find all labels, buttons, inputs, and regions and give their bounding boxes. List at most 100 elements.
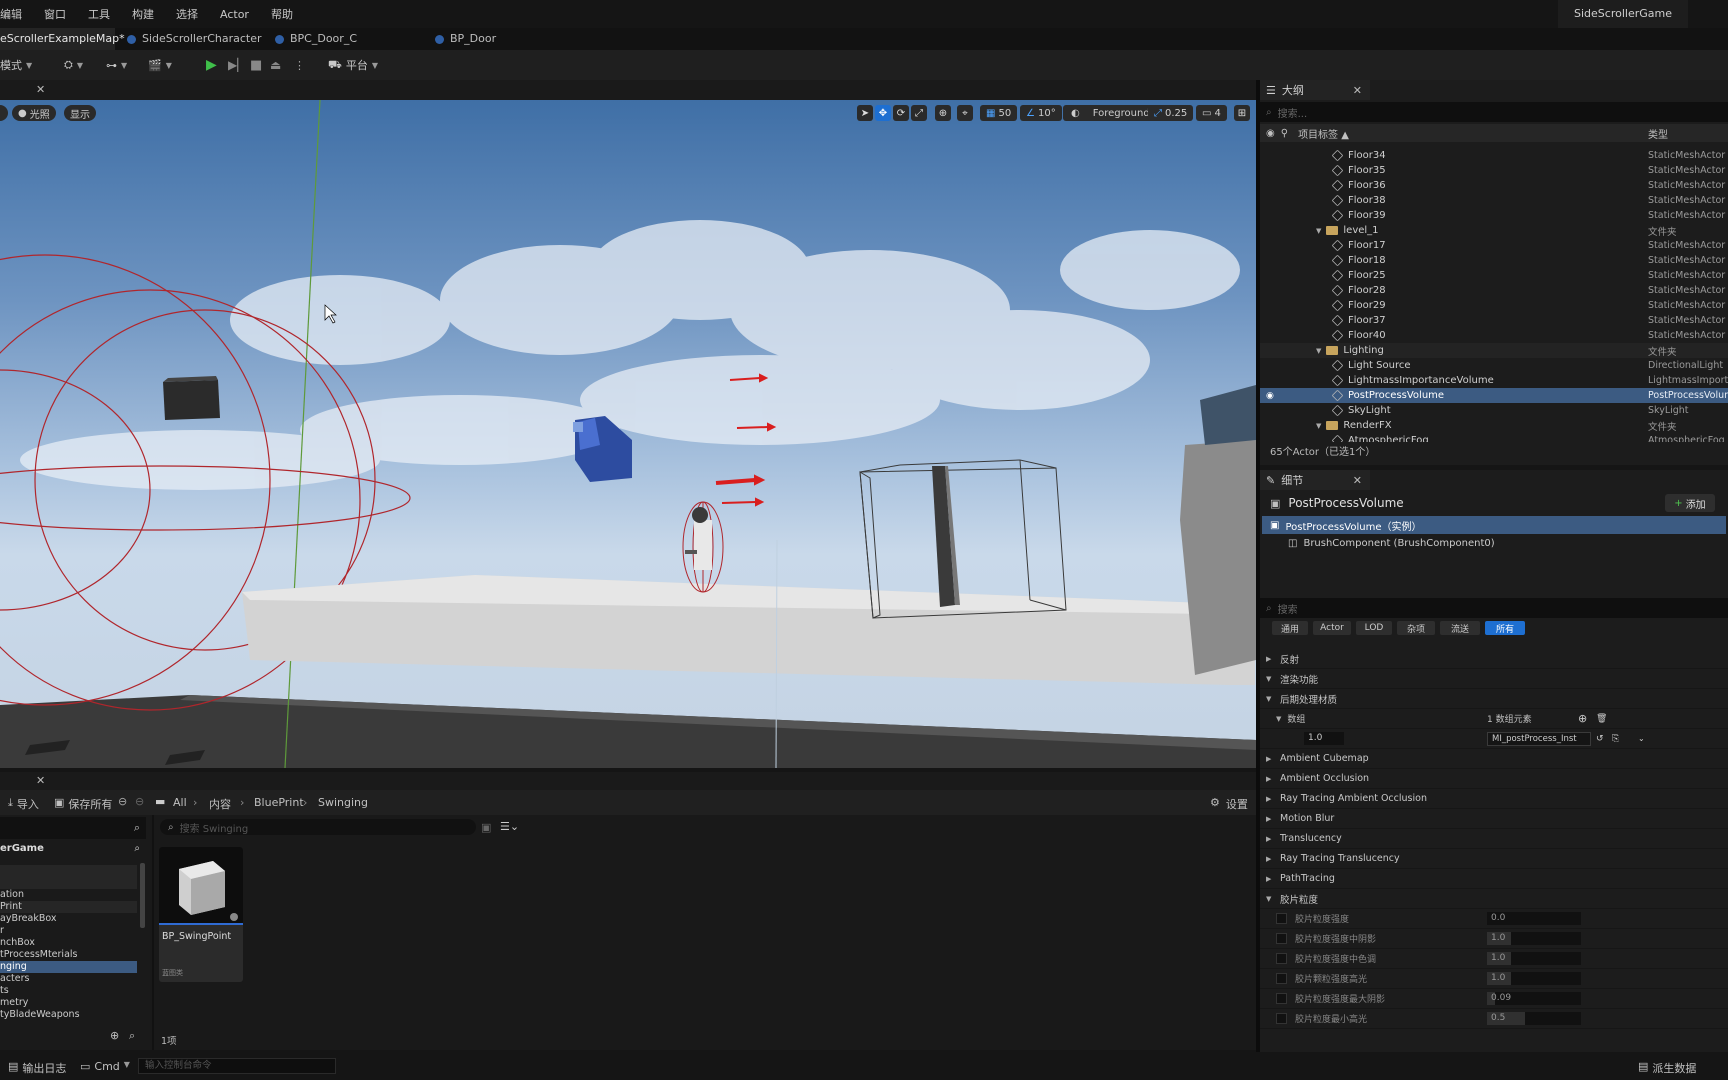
tab-bp-door[interactable]: BP_Door: [435, 28, 595, 50]
category-row[interactable]: ▶ Ambient Cubemap: [1260, 749, 1728, 769]
derived-data-button[interactable]: ▤ 派生数据: [1638, 1060, 1696, 1076]
property-value-field[interactable]: 0.09: [1487, 992, 1581, 1005]
folder-tree-item[interactable]: tyBladeWeapons: [0, 1009, 150, 1021]
details-tab[interactable]: ✎ 细节 ✕: [1260, 470, 1370, 490]
category-row[interactable]: ▶ PathTracing: [1260, 869, 1728, 889]
folder-tree-item[interactable]: metry: [0, 997, 150, 1009]
lighting-mode-button[interactable]: ● 光照: [12, 105, 56, 121]
folder-search-input[interactable]: ⌕: [0, 817, 146, 839]
override-checkbox[interactable]: [1276, 993, 1287, 1004]
category-row[interactable]: ▶ Ray Tracing Translucency: [1260, 849, 1728, 869]
close-icon[interactable]: ✕: [1353, 84, 1362, 97]
tab-bpc-door[interactable]: BPC_Door_C: [275, 28, 435, 50]
eye-icon[interactable]: ◉: [1266, 391, 1274, 401]
browse-icon[interactable]: ⎘: [1612, 734, 1619, 744]
category-row[interactable]: ▶ Translucency: [1260, 829, 1728, 849]
override-checkbox[interactable]: [1276, 913, 1287, 924]
scrollbar[interactable]: [140, 863, 145, 928]
forward-icon[interactable]: ⊖: [135, 795, 144, 808]
add-actor-button[interactable]: ⛭ ▼: [64, 54, 83, 76]
details-search-input[interactable]: ⌕ 搜索: [1260, 598, 1728, 618]
outliner-folder[interactable]: ▼ Lighting 文件夹: [1260, 343, 1728, 358]
chevron-down-icon[interactable]: ▼: [1316, 227, 1321, 235]
asset-tile[interactable]: BP_SwingPoint 蓝图类: [159, 847, 243, 982]
surface-snap-icon[interactable]: ⌖: [957, 105, 973, 121]
blueprint-button[interactable]: ⊶ ▼: [106, 54, 127, 76]
override-checkbox[interactable]: [1276, 1013, 1287, 1024]
outliner-folder[interactable]: ▼ RenderFX 文件夹: [1260, 418, 1728, 433]
label-column-header[interactable]: 项目标签 ▲: [1298, 126, 1349, 141]
outliner-row[interactable]: Floor37 StaticMeshActor: [1260, 313, 1728, 328]
breadcrumb-content[interactable]: 内容: [209, 796, 231, 812]
add-element-icon[interactable]: ⊕: [1578, 712, 1587, 725]
translate-tool-icon[interactable]: ✥: [875, 105, 891, 121]
tab-character[interactable]: SideScrollerCharacter: [115, 28, 275, 50]
output-log-button[interactable]: ▤ 输出日志: [8, 1060, 66, 1076]
folder-tree-item[interactable]: ts: [0, 985, 150, 997]
override-checkbox[interactable]: [1276, 933, 1287, 944]
world-space-icon[interactable]: ⊕: [935, 105, 951, 121]
filter-streaming[interactable]: 流送: [1440, 621, 1480, 635]
outliner-row[interactable]: AtmosphericFog AtmosphericFog: [1260, 433, 1728, 442]
rotate-tool-icon[interactable]: ⟳: [893, 105, 909, 121]
property-value-field[interactable]: 1.0: [1487, 932, 1581, 945]
weight-field[interactable]: 1.0: [1304, 732, 1344, 745]
outliner-row[interactable]: Floor38 StaticMeshActor: [1260, 193, 1728, 208]
category-film-grain[interactable]: ▼ 胶片粒度: [1260, 889, 1728, 909]
advance-frame-button[interactable]: ▶▏: [228, 54, 246, 76]
back-icon[interactable]: ⊖: [118, 795, 127, 808]
add-component-button[interactable]: + 添加: [1665, 494, 1715, 512]
component-root[interactable]: ▣ PostProcessVolume（实例）: [1262, 516, 1726, 534]
category-reflection[interactable]: ▶ 反射: [1260, 649, 1728, 669]
filter-misc[interactable]: 杂项: [1397, 621, 1435, 635]
close-icon[interactable]: ✕: [1353, 474, 1362, 487]
folder-tree-item[interactable]: ation: [0, 889, 150, 901]
asset-search-input[interactable]: ⌕ 搜索 Swinging: [160, 819, 476, 835]
filter-actor[interactable]: Actor: [1313, 621, 1351, 635]
chevron-down-icon[interactable]: ⌄: [1638, 734, 1645, 743]
folder-tree-item[interactable]: Print: [0, 901, 137, 913]
chevron-down-icon[interactable]: ▼: [1316, 347, 1321, 355]
eject-button[interactable]: ⏏: [270, 54, 281, 76]
layout-icon[interactable]: ⊞: [1234, 105, 1250, 121]
outliner-row[interactable]: Floor35 StaticMeshActor: [1260, 163, 1728, 178]
outliner-row[interactable]: Floor25 StaticMeshActor: [1260, 268, 1728, 283]
property-value-field[interactable]: 1.0: [1487, 972, 1581, 985]
menu-select[interactable]: 选择: [165, 6, 209, 22]
folder-tree-item[interactable]: nging: [0, 961, 137, 973]
folder-tree-item[interactable]: [0, 865, 137, 889]
cinematics-button[interactable]: 🎬 ▼: [148, 54, 172, 76]
filter-icon[interactable]: ☰⌄: [500, 820, 519, 833]
folder-tree-item[interactable]: r: [0, 925, 150, 937]
category-row[interactable]: ▶ Ambient Occlusion: [1260, 769, 1728, 789]
console-input[interactable]: 输入控制台命令: [138, 1058, 336, 1074]
menu-edit[interactable]: 编辑: [0, 6, 33, 22]
menu-build[interactable]: 构建: [121, 6, 165, 22]
stop-button[interactable]: ■: [250, 54, 262, 76]
property-value-field[interactable]: 0.5: [1487, 1012, 1581, 1025]
grid-snap-button[interactable]: ▦ 50: [980, 105, 1018, 121]
filter-all[interactable]: 所有: [1485, 621, 1525, 635]
menu-help[interactable]: 帮助: [260, 6, 304, 22]
outliner-search-input[interactable]: ⌕ 搜索...: [1260, 102, 1728, 122]
search-icon[interactable]: ⌕: [134, 843, 140, 854]
property-value-field[interactable]: 0.0: [1487, 912, 1581, 925]
import-button[interactable]: ⤓ 导入: [8, 796, 39, 812]
category-row[interactable]: ▶ Ray Tracing Ambient Occlusion: [1260, 789, 1728, 809]
override-checkbox[interactable]: [1276, 953, 1287, 964]
outliner-row[interactable]: Floor34 StaticMeshActor: [1260, 148, 1728, 163]
outliner-row[interactable]: Floor40 StaticMeshActor: [1260, 328, 1728, 343]
mode-selector[interactable]: 模式 ▼: [0, 54, 32, 76]
chevron-down-icon[interactable]: ▼: [1276, 715, 1281, 723]
category-row[interactable]: ▶ Motion Blur: [1260, 809, 1728, 829]
outliner-row[interactable]: SkyLight SkyLight: [1260, 403, 1728, 418]
search-icon[interactable]: ⌕: [129, 1029, 135, 1043]
show-button[interactable]: 显示: [64, 105, 96, 121]
category-rendering[interactable]: ▼ 渲染功能: [1260, 669, 1728, 689]
scale-tool-icon[interactable]: ⤢: [911, 105, 927, 121]
override-checkbox[interactable]: [1276, 973, 1287, 984]
breadcrumb-swinging[interactable]: Swinging: [318, 796, 368, 809]
outliner-row[interactable]: Floor39 StaticMeshActor: [1260, 208, 1728, 223]
breadcrumb-blueprint[interactable]: BluePrint: [254, 796, 304, 809]
outliner-row[interactable]: Light Source DirectionalLight: [1260, 358, 1728, 373]
